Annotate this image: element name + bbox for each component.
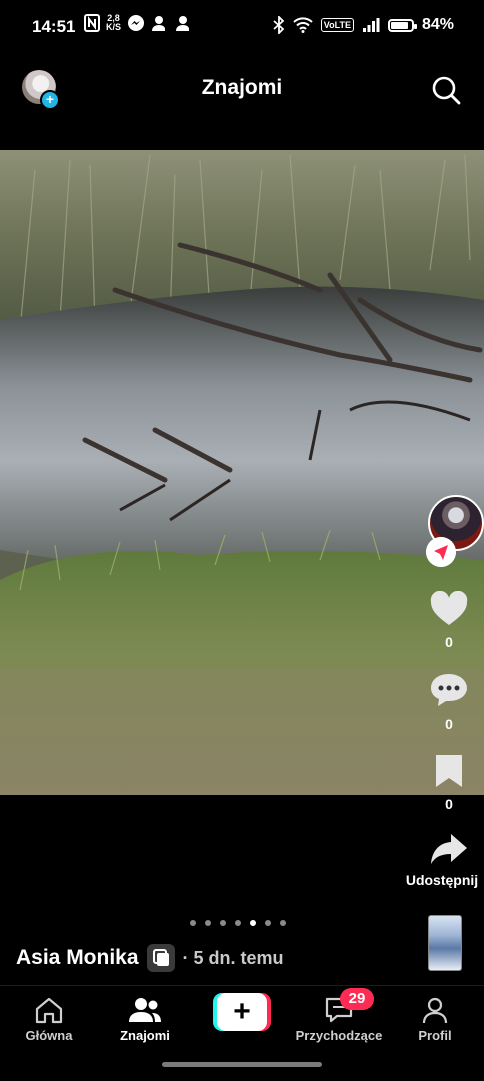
- carousel-dot: [265, 920, 271, 926]
- home-indicator[interactable]: [162, 1062, 322, 1067]
- music-thumbnail[interactable]: [428, 915, 462, 971]
- like-count: 0: [445, 634, 453, 650]
- messenger-icon: [128, 15, 145, 31]
- carousel-dot: [280, 920, 286, 926]
- video-frame[interactable]: [0, 150, 484, 795]
- share-button[interactable]: Udostępnij: [406, 831, 484, 888]
- nav-home[interactable]: Główna: [20, 996, 78, 1043]
- battery-percent: 84%: [421, 16, 454, 33]
- share-label: Udostępnij: [405, 872, 479, 888]
- send-icon[interactable]: [426, 537, 456, 567]
- profile-icon: [422, 997, 448, 1024]
- person-notification-icon-2: [176, 16, 190, 31]
- battery-icon: [387, 18, 417, 32]
- volte-indicator: VoLTE: [320, 18, 354, 32]
- author-name[interactable]: Asia Monika: [16, 946, 139, 970]
- top-bar: + Znajomi: [0, 60, 484, 120]
- comment-count: 0: [445, 716, 453, 732]
- bookmark-icon: [436, 755, 462, 787]
- status-time: 14:51: [32, 17, 76, 36]
- repost-icon: [146, 944, 175, 972]
- comment-icon: [431, 674, 467, 706]
- nav-inbox-label: Przychodzące: [295, 1028, 383, 1043]
- nfc-icon: [84, 14, 100, 32]
- carousel-indicator: [190, 920, 286, 926]
- carousel-dot: [220, 920, 226, 926]
- battery-level: [390, 21, 408, 29]
- nav-home-label: Główna: [25, 1028, 73, 1043]
- create-button[interactable]: +: [213, 993, 271, 1031]
- share-icon: [431, 834, 467, 864]
- comment-button[interactable]: 0: [414, 671, 484, 732]
- nav-friends-label: Znajomi: [120, 1028, 170, 1043]
- like-button[interactable]: 0: [414, 590, 484, 650]
- search-icon[interactable]: [430, 74, 462, 106]
- bluetooth-icon: [273, 16, 285, 34]
- wifi-icon: [293, 17, 313, 33]
- nav-profile-label: Profil: [418, 1028, 452, 1043]
- person-notification-icon: [152, 16, 166, 31]
- carousel-dot: [190, 920, 196, 926]
- heart-icon: [430, 590, 468, 625]
- nav-inbox[interactable]: Przychodzące: [290, 996, 388, 1043]
- page-title: Znajomi: [201, 76, 283, 99]
- status-left-icons: 2,8 K/S: [84, 14, 193, 32]
- nav-profile[interactable]: Profil: [412, 996, 458, 1043]
- friends-icon: [129, 998, 161, 1022]
- post-caption: Asia Monika · 5 dn. temu: [16, 944, 284, 972]
- nav-friends[interactable]: Znajomi: [112, 996, 178, 1043]
- post-time: · 5 dn. temu: [182, 947, 284, 968]
- status-right-icons: VoLTE 84%: [273, 16, 454, 34]
- inbox-badge: 29: [340, 988, 374, 1010]
- status-bar: 14:51 2,8 K/S VoLTE 84%: [0, 0, 484, 56]
- carousel-dot: [250, 920, 256, 926]
- bookmark-button[interactable]: 0: [414, 753, 484, 812]
- plus-icon: +: [217, 993, 267, 1031]
- signal-icon: [362, 18, 380, 32]
- net-speed: 2,8 K/S: [106, 13, 122, 32]
- carousel-dot: [205, 920, 211, 926]
- bookmark-count: 0: [445, 796, 453, 812]
- home-icon: [35, 997, 63, 1024]
- carousel-dot: [235, 920, 241, 926]
